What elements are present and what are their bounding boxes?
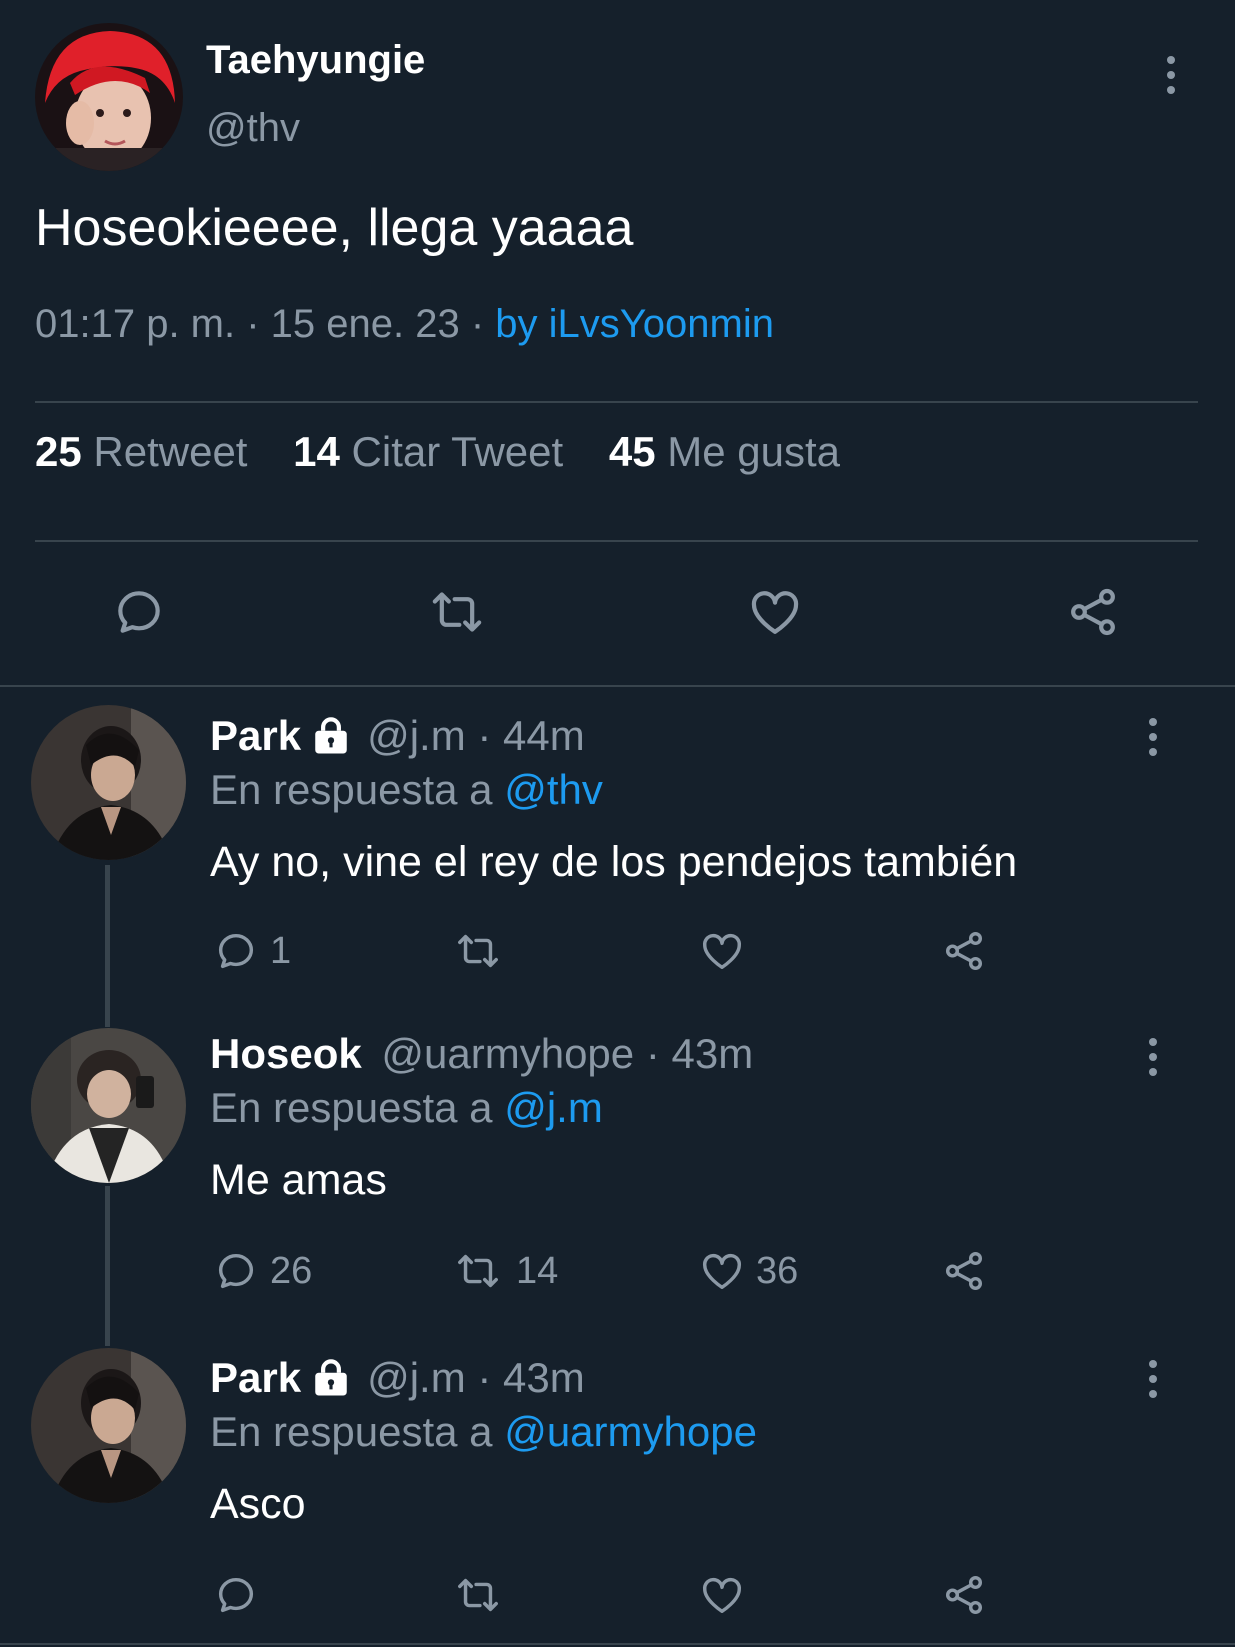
thread-line [105,1186,110,1346]
bottom-divider [0,1643,1235,1645]
more-options-icon[interactable] [1147,1360,1159,1398]
reply-handle-time[interactable]: @uarmyhope · 43m [381,1030,753,1077]
tweet-timestamp: 01:17 p. m. · 15 ene. 23 · [35,302,485,346]
section-divider [0,685,1235,687]
mention-link[interactable]: @j.m [504,1084,603,1131]
reply-button[interactable]: 26 [212,1248,312,1294]
reply-count: 26 [270,1249,313,1292]
like-icon[interactable] [746,584,804,640]
reply-icon[interactable] [110,584,168,640]
tweet-source-link[interactable]: by iLvsYoonmin [495,302,774,346]
avatar-park[interactable] [31,705,186,860]
more-options-icon[interactable] [1147,1038,1159,1076]
retweet-count: 14 [516,1249,559,1292]
tweet-stats: 25 Retweet 14 Citar Tweet 45 Me gusta [35,428,840,476]
reply-context: En respuesta a @j.m [210,1084,603,1131]
reply-context: En respuesta a @thv [210,766,603,813]
avatar-hoseok[interactable] [31,1028,186,1183]
reply-count: 1 [270,929,292,972]
mention-link[interactable]: @thv [504,766,603,813]
like-count[interactable]: 45 Me gusta [609,428,840,475]
reply-display-name[interactable]: Park [210,712,301,760]
handle[interactable]: @thv [206,106,300,151]
share-button[interactable] [940,1248,988,1294]
like-count: 36 [756,1249,799,1292]
reply-header: Hoseok @uarmyhope · 43m [210,1030,753,1078]
share-button[interactable] [940,928,988,974]
reply-text: Asco [210,1480,306,1528]
like-button[interactable] [698,928,756,974]
divider [35,401,1198,403]
reply-header: Park @j.m · 44m [210,712,585,760]
avatar-park[interactable] [31,1348,186,1503]
like-button[interactable]: 36 [698,1248,798,1294]
more-options-icon[interactable] [1165,56,1177,94]
reply-display-name[interactable]: Park [210,1354,301,1402]
reply-text: Ay no, vine el rey de los pendejos tambi… [210,838,1018,886]
tweet-text: Hoseokieeee, llega yaaaa [35,199,634,257]
share-button[interactable] [940,1572,988,1618]
retweet-icon[interactable] [424,584,490,640]
avatar-taehyungie[interactable] [35,23,183,171]
quote-count[interactable]: 14 Citar Tweet [293,428,575,475]
like-button[interactable] [698,1572,756,1618]
reply-header: Park @j.m · 43m [210,1354,585,1402]
retweet-button[interactable] [450,928,516,974]
retweet-button[interactable] [450,1572,516,1618]
reply-handle-time[interactable]: @j.m · 43m [367,1354,585,1402]
divider [35,540,1198,542]
reply-display-name[interactable]: Hoseok [210,1030,362,1077]
more-options-icon[interactable] [1147,718,1159,756]
lock-icon [309,1357,353,1399]
reply-button[interactable] [212,1572,270,1618]
share-icon[interactable] [1064,584,1122,640]
retweet-count[interactable]: 25 Retweet [35,428,259,475]
thread-line [105,865,110,1027]
tweet-meta: 01:17 p. m. · 15 ene. 23 · by iLvsYoonmi… [35,302,774,347]
reply-text: Me amas [210,1156,387,1204]
retweet-button[interactable]: 14 [450,1248,558,1294]
reply-handle-time[interactable]: @j.m · 44m [367,712,585,760]
display-name[interactable]: Taehyungie [206,38,425,83]
lock-icon [309,715,353,757]
reply-button[interactable]: 1 [212,928,291,974]
reply-context: En respuesta a @uarmyhope [210,1408,757,1455]
mention-link[interactable]: @uarmyhope [504,1408,757,1455]
